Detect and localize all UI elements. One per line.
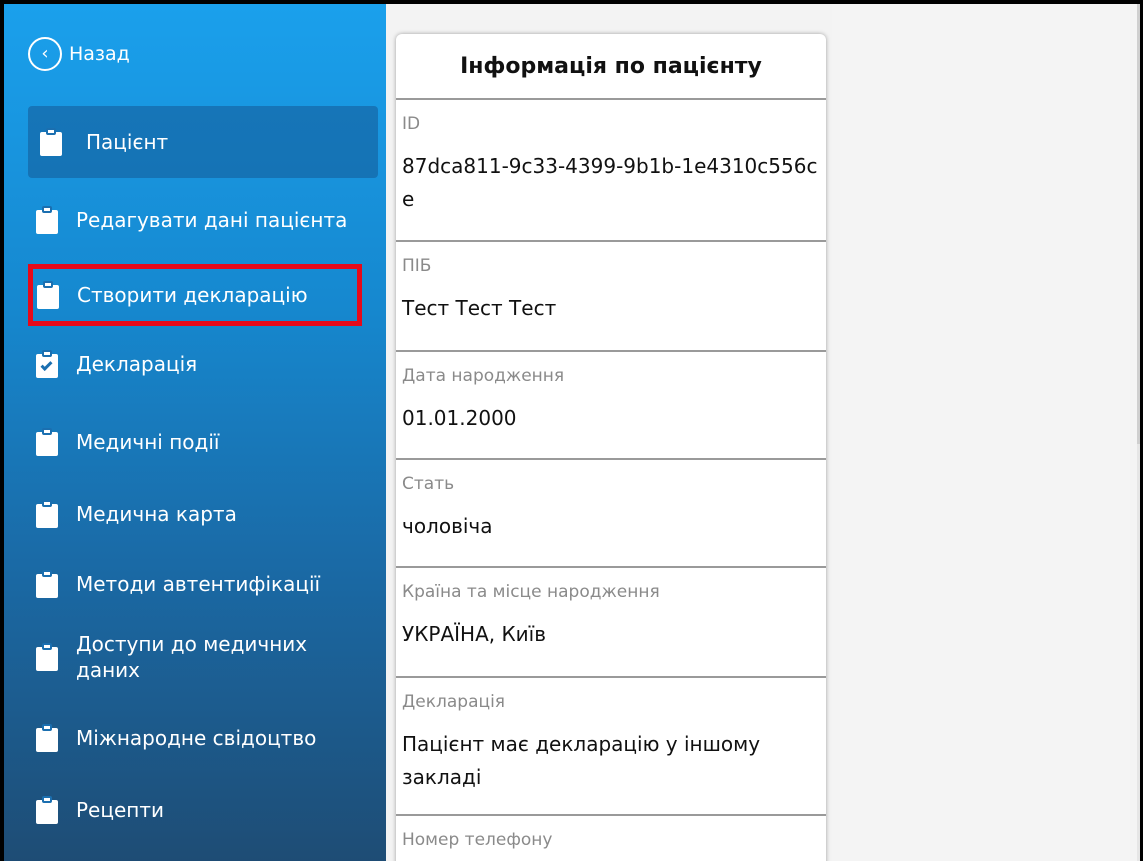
field-phone: Номер телефону [396, 816, 826, 861]
field-declaration: Декларація Пацієнт має декларацію у іншо… [396, 678, 826, 816]
sidebar-item-label: Рецепти [76, 798, 165, 822]
field-value[interactable]: 01.01.2000 [402, 402, 820, 435]
field-birth-date: Дата народження 01.01.2000 [396, 352, 826, 460]
clipboard-icon [36, 428, 58, 456]
clipboard-icon [36, 643, 58, 671]
clipboard-icon [36, 570, 58, 598]
back-label: Назад [69, 43, 130, 65]
sidebar-item-label: Доступи до медичних даних [76, 632, 308, 682]
empty-content-area [832, 4, 1140, 861]
field-value[interactable]: УКРАЇНА, Київ [402, 618, 820, 651]
sidebar-item-label: Методи автентифікації [76, 572, 321, 596]
sidebar-item-prescriptions[interactable]: Рецепти [28, 790, 378, 830]
field-label: Дата народження [402, 366, 565, 386]
clipboard-icon [36, 724, 58, 752]
sidebar-item-declaration[interactable]: Декларація [28, 344, 378, 384]
field-label: ПІБ [402, 256, 432, 276]
sidebar-item-patient[interactable]: Пацієнт [28, 106, 378, 178]
sidebar-item-medical-card[interactable]: Медична карта [28, 494, 378, 534]
field-gender: Стать чоловіча [396, 460, 826, 568]
field-id: ID 87dca811-9c33-4399-9b1b-1e4310c556ce [396, 100, 826, 242]
field-value[interactable]: Тест Тест Тест [402, 292, 820, 325]
sidebar-item-create-declaration[interactable]: Створити декларацію [28, 264, 362, 326]
patient-info-card: Інформація по пацієнту ID 87dca811-9c33-… [396, 34, 826, 861]
field-birth-place: Країна та місце народження УКРАЇНА, Київ [396, 568, 826, 678]
sidebar-item-label: Медичні події [76, 430, 220, 454]
sidebar-item-label: Медична карта [76, 502, 237, 526]
back-arrow-icon: ‹ [28, 37, 62, 71]
sidebar-item-label: Декларація [76, 352, 198, 376]
app-window: ‹ Назад Пацієнт Редагувати дані пацієнта… [0, 0, 1143, 861]
sidebar-item-label: Редагувати дані пацієнта [76, 208, 348, 232]
sidebar-item-edit-patient[interactable]: Редагувати дані пацієнта [28, 200, 378, 240]
clipboard-icon [40, 128, 62, 156]
clipboard-check-icon [36, 350, 58, 378]
field-label: Країна та місце народження [402, 582, 660, 602]
clipboard-icon [36, 796, 58, 824]
sidebar-item-medical-data-access[interactable]: Доступи до медичних даних [28, 624, 378, 690]
field-value[interactable]: Пацієнт має декларацію у іншому закладі [402, 728, 820, 794]
field-label: ID [402, 114, 421, 134]
field-full-name: ПІБ Тест Тест Тест [396, 242, 826, 352]
clipboard-icon [36, 206, 58, 234]
sidebar-item-medical-events[interactable]: Медичні події [28, 422, 378, 462]
sidebar-item-label: Пацієнт [86, 130, 169, 154]
field-value[interactable]: 87dca811-9c33-4399-9b1b-1e4310c556ce [402, 150, 820, 216]
sidebar-item-auth-methods[interactable]: Методи автентифікації [28, 564, 378, 604]
field-label: Стать [402, 474, 455, 494]
card-title: Інформація по пацієнту [396, 34, 826, 100]
scrollbar-thumb[interactable] [1137, 4, 1140, 444]
sidebar-item-label: Створити декларацію [77, 283, 308, 307]
clipboard-icon [36, 500, 58, 528]
field-label: Декларація [402, 692, 506, 712]
sidebar-item-label: Міжнародне свідоцтво [76, 726, 317, 750]
sidebar-item-international-certificate[interactable]: Міжнародне свідоцтво [28, 718, 378, 758]
sidebar: ‹ Назад Пацієнт Редагувати дані пацієнта… [4, 4, 386, 861]
clipboard-icon [37, 281, 59, 309]
back-button[interactable]: ‹ Назад [28, 34, 130, 74]
field-label: Номер телефону [402, 830, 553, 850]
field-value[interactable]: чоловіча [402, 510, 820, 543]
